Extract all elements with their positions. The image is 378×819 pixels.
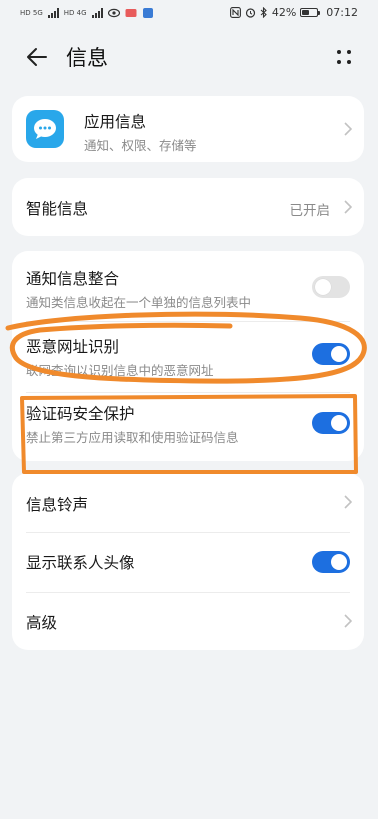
merge-notifications-subtitle: 通知类信息收起在一个单独的信息列表中 xyxy=(26,295,252,310)
app-notification-icon xyxy=(142,8,153,18)
clock: 07:12 xyxy=(326,6,358,19)
smart-info-title: 智能信息 xyxy=(26,200,89,218)
app-info-subtitle: 通知、权限、存储等 xyxy=(84,138,197,153)
merge-notifications-toggle[interactable] xyxy=(312,276,350,298)
smart-info-card[interactable]: 智能信息 已开启 xyxy=(12,178,364,236)
merge-notifications-row[interactable]: 通知信息整合 通知类信息收起在一个单独的信息列表中 xyxy=(12,251,364,321)
bluetooth-icon xyxy=(260,7,267,18)
otp-protection-subtitle: 禁止第三方应用读取和使用验证码信息 xyxy=(26,430,239,445)
smart-info-status: 已开启 xyxy=(289,203,331,219)
otp-protection-title: 验证码安全保护 xyxy=(26,405,135,423)
chevron-right-icon xyxy=(344,614,352,628)
chevron-right-icon xyxy=(344,495,352,509)
app-info-card[interactable]: 应用信息 通知、权限、存储等 xyxy=(12,96,364,162)
app-info-title: 应用信息 xyxy=(84,113,147,131)
status-bar: HD 5G HD 4G 42% 07:12 xyxy=(0,0,378,30)
eye-icon xyxy=(107,8,120,18)
sim2-label: HD 4G xyxy=(63,8,87,17)
malicious-url-toggle[interactable] xyxy=(312,343,350,365)
chevron-right-icon xyxy=(344,200,352,214)
chevron-right-icon xyxy=(344,122,352,136)
misc-settings-card: 信息铃声 显示联系人头像 高级 xyxy=(12,473,364,650)
page-title: 信息 xyxy=(66,46,108,70)
ringtone-title: 信息铃声 xyxy=(26,496,89,514)
notification-settings-card: 通知信息整合 通知类信息收起在一个单独的信息列表中 恶意网址识别 联网查询以识别… xyxy=(12,251,364,461)
advanced-title: 高级 xyxy=(26,614,58,632)
arrow-left-icon[interactable] xyxy=(24,44,50,70)
more-dots-icon[interactable] xyxy=(334,47,354,67)
alarm-icon xyxy=(245,8,255,18)
battery-percent: 42% xyxy=(271,6,297,19)
contact-avatar-toggle[interactable] xyxy=(312,551,350,573)
signal-icon xyxy=(47,8,59,18)
merge-notifications-title: 通知信息整合 xyxy=(26,270,120,288)
advanced-row[interactable]: 高级 xyxy=(12,593,364,650)
malicious-url-title: 恶意网址识别 xyxy=(26,338,120,356)
otp-protection-row[interactable]: 验证码安全保护 禁止第三方应用读取和使用验证码信息 xyxy=(12,393,364,461)
malicious-url-subtitle: 联网查询以识别信息中的恶意网址 xyxy=(26,363,214,378)
otp-protection-toggle[interactable] xyxy=(312,412,350,434)
contact-avatar-row[interactable]: 显示联系人头像 xyxy=(12,533,364,592)
nfc-icon xyxy=(229,7,241,18)
battery-icon xyxy=(300,8,321,17)
contact-avatar-title: 显示联系人头像 xyxy=(26,554,135,572)
status-left: HD 5G HD 4G xyxy=(20,8,154,18)
sim1-label: HD 5G xyxy=(20,8,43,17)
ringtone-row[interactable]: 信息铃声 xyxy=(12,473,364,532)
mail-icon xyxy=(125,9,137,17)
status-right: 42% 07:12 xyxy=(229,6,358,19)
messages-app-icon xyxy=(26,110,64,148)
signal-icon-2 xyxy=(91,8,103,18)
malicious-url-row[interactable]: 恶意网址识别 联网查询以识别信息中的恶意网址 xyxy=(12,322,364,392)
